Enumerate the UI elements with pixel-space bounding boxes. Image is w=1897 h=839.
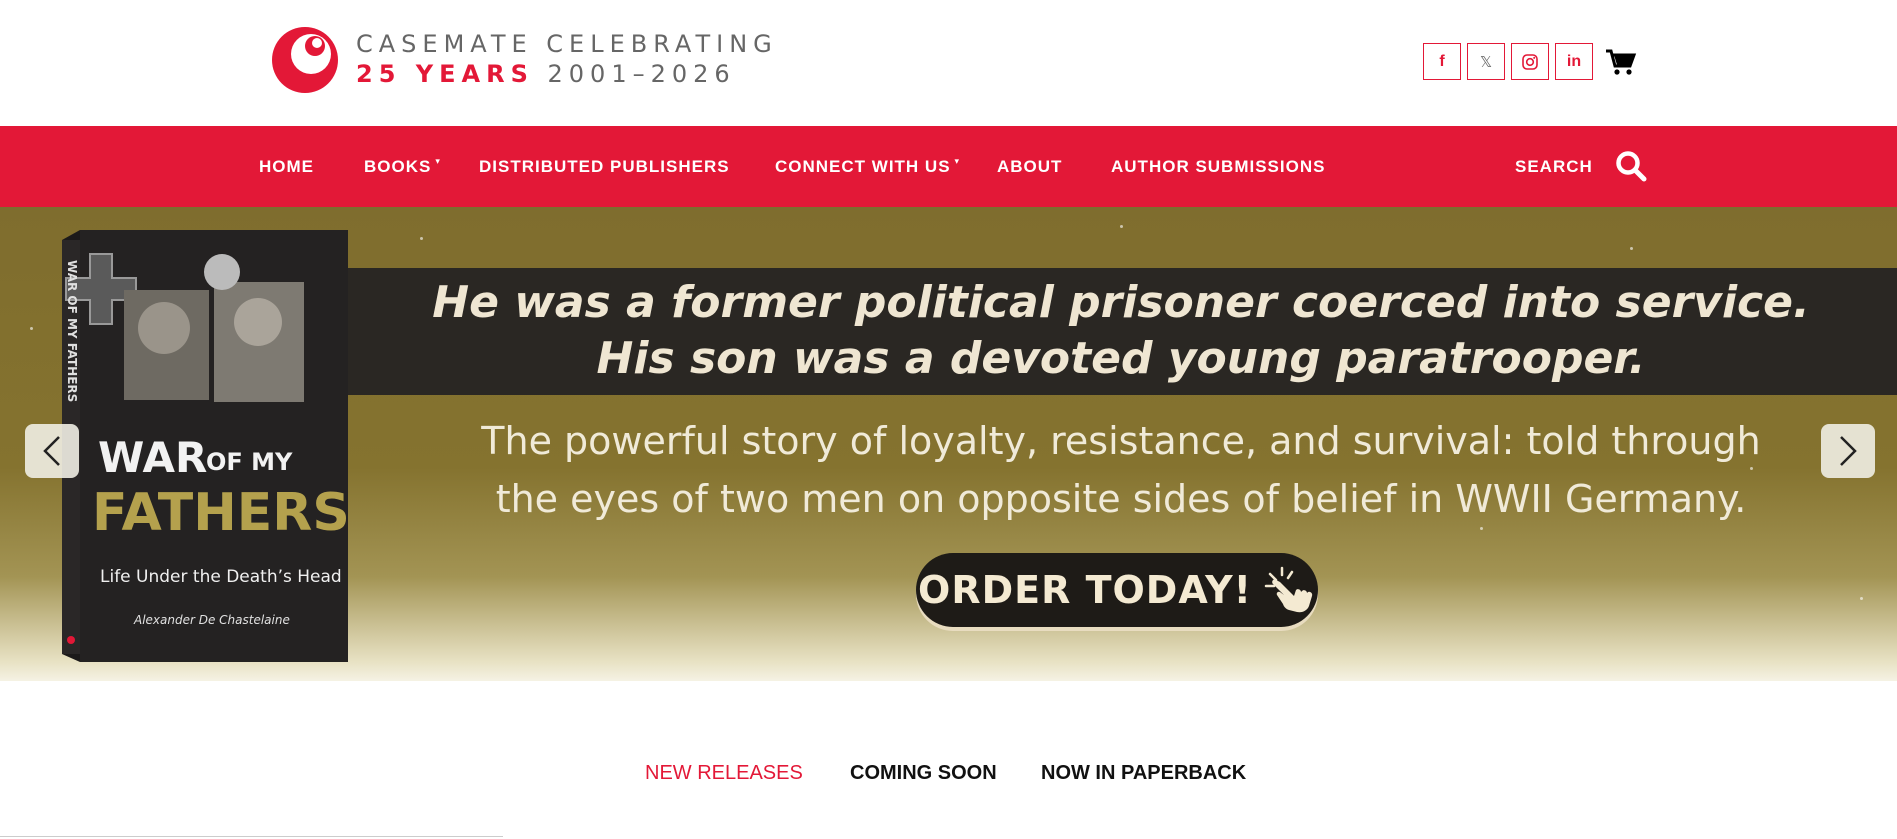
hero-banner[interactable]: He was a former political prisoner coerc…	[0, 207, 1897, 681]
hero-headline-line-1: He was a former political prisoner coerc…	[432, 277, 1810, 328]
tab-coming-soon[interactable]: COMING SOON	[850, 762, 997, 785]
logo-line-1: CASEMATE CELEBRATING	[356, 30, 778, 58]
hero-sub-line-2: the eyes of two men on opposite sides of…	[495, 477, 1747, 521]
instagram-icon[interactable]	[1511, 43, 1549, 80]
instagram-glyph	[1522, 53, 1538, 70]
book-cover-image[interactable]: WAR OF MY FATHERS Life Under the Death’s…	[62, 230, 348, 662]
order-today-label: ORDER TODAY!	[918, 568, 1252, 612]
shopping-cart-icon[interactable]	[1605, 46, 1637, 78]
site-header: CASEMATE CELEBRATING 25 YEARS 2001–2026 …	[0, 0, 1897, 126]
tab-new-releases[interactable]: NEW RELEASES	[645, 762, 803, 785]
nav-home[interactable]: HOME	[259, 126, 314, 207]
section-divider	[0, 836, 503, 837]
social-links: f 𝕏 in	[1423, 43, 1637, 80]
speck	[1120, 225, 1123, 228]
search-icon[interactable]	[1615, 150, 1647, 182]
speck	[30, 327, 33, 330]
speck	[420, 237, 423, 240]
book-title-line-1: WAR	[98, 433, 207, 482]
linkedin-icon[interactable]: in	[1555, 43, 1593, 80]
speck	[1630, 247, 1633, 250]
nav-search-label: SEARCH	[1515, 156, 1593, 176]
chevron-left-icon	[43, 436, 60, 466]
book-author: Alexander De Chastelaine	[133, 613, 290, 627]
order-today-button[interactable]: ORDER TODAY!	[916, 553, 1318, 627]
nav-books[interactable]: BOOKS ▾	[364, 126, 441, 207]
book-subtitle: Life Under the Death’s Head	[100, 567, 342, 587]
nav-home-label: HOME	[259, 156, 314, 176]
book-title-line-2: OF MY	[206, 448, 293, 476]
carousel-next-button[interactable]	[1821, 424, 1875, 478]
carousel-prev-button[interactable]	[25, 424, 79, 478]
nav-books-label: BOOKS	[364, 156, 432, 176]
hero-headline-line-2: His son was a devoted young paratrooper.	[596, 333, 1646, 384]
x-icon[interactable]: 𝕏	[1467, 43, 1505, 80]
nav-connect-label: CONNECT WITH US	[775, 156, 951, 176]
hero-headline: He was a former political prisoner coerc…	[345, 275, 1897, 387]
book-spine-title: WAR OF MY FATHERS	[65, 260, 79, 402]
chevron-down-icon: ▾	[435, 156, 441, 166]
nav-search[interactable]: SEARCH	[1515, 126, 1593, 207]
nav-distributed-publishers-label: DISTRIBUTED PUBLISHERS	[479, 156, 730, 176]
book-tabs: NEW RELEASES COMING SOON NOW IN PAPERBAC…	[0, 762, 1897, 788]
facebook-icon[interactable]: f	[1423, 43, 1461, 80]
chevron-right-icon	[1840, 436, 1857, 466]
hero-sub-line-1: The powerful story of loyalty, resistanc…	[481, 419, 1761, 463]
nav-about[interactable]: ABOUT	[997, 126, 1062, 207]
nav-distributed-publishers[interactable]: DISTRIBUTED PUBLISHERS	[479, 126, 730, 207]
tab-now-in-paperback[interactable]: NOW IN PAPERBACK	[1041, 762, 1246, 785]
nav-connect-with-us[interactable]: CONNECT WITH US ▾	[775, 126, 960, 207]
site-logo[interactable]: CASEMATE CELEBRATING 25 YEARS 2001–2026	[270, 24, 778, 94]
logo-years: 25 YEARS	[356, 60, 534, 88]
nav-author-submissions-label: AUTHOR SUBMISSIONS	[1111, 156, 1326, 176]
pointing-hand-icon	[1264, 566, 1313, 613]
logo-line-2: 25 YEARS 2001–2026	[356, 59, 778, 89]
main-nav: HOME BOOKS ▾ DISTRIBUTED PUBLISHERS CONNE…	[0, 126, 1897, 207]
hero-subheadline: The powerful story of loyalty, resistanc…	[345, 412, 1897, 528]
speck	[1860, 597, 1863, 600]
book-title-line-3: FATHERS	[92, 483, 348, 543]
casemate-logo-icon	[272, 27, 338, 93]
nav-author-submissions[interactable]: AUTHOR SUBMISSIONS	[1111, 126, 1325, 207]
logo-text: CASEMATE CELEBRATING 25 YEARS 2001–2026	[356, 29, 778, 89]
logo-dates: 2001–2026	[547, 60, 736, 88]
nav-about-label: ABOUT	[997, 156, 1063, 176]
chevron-down-icon: ▾	[954, 156, 961, 166]
